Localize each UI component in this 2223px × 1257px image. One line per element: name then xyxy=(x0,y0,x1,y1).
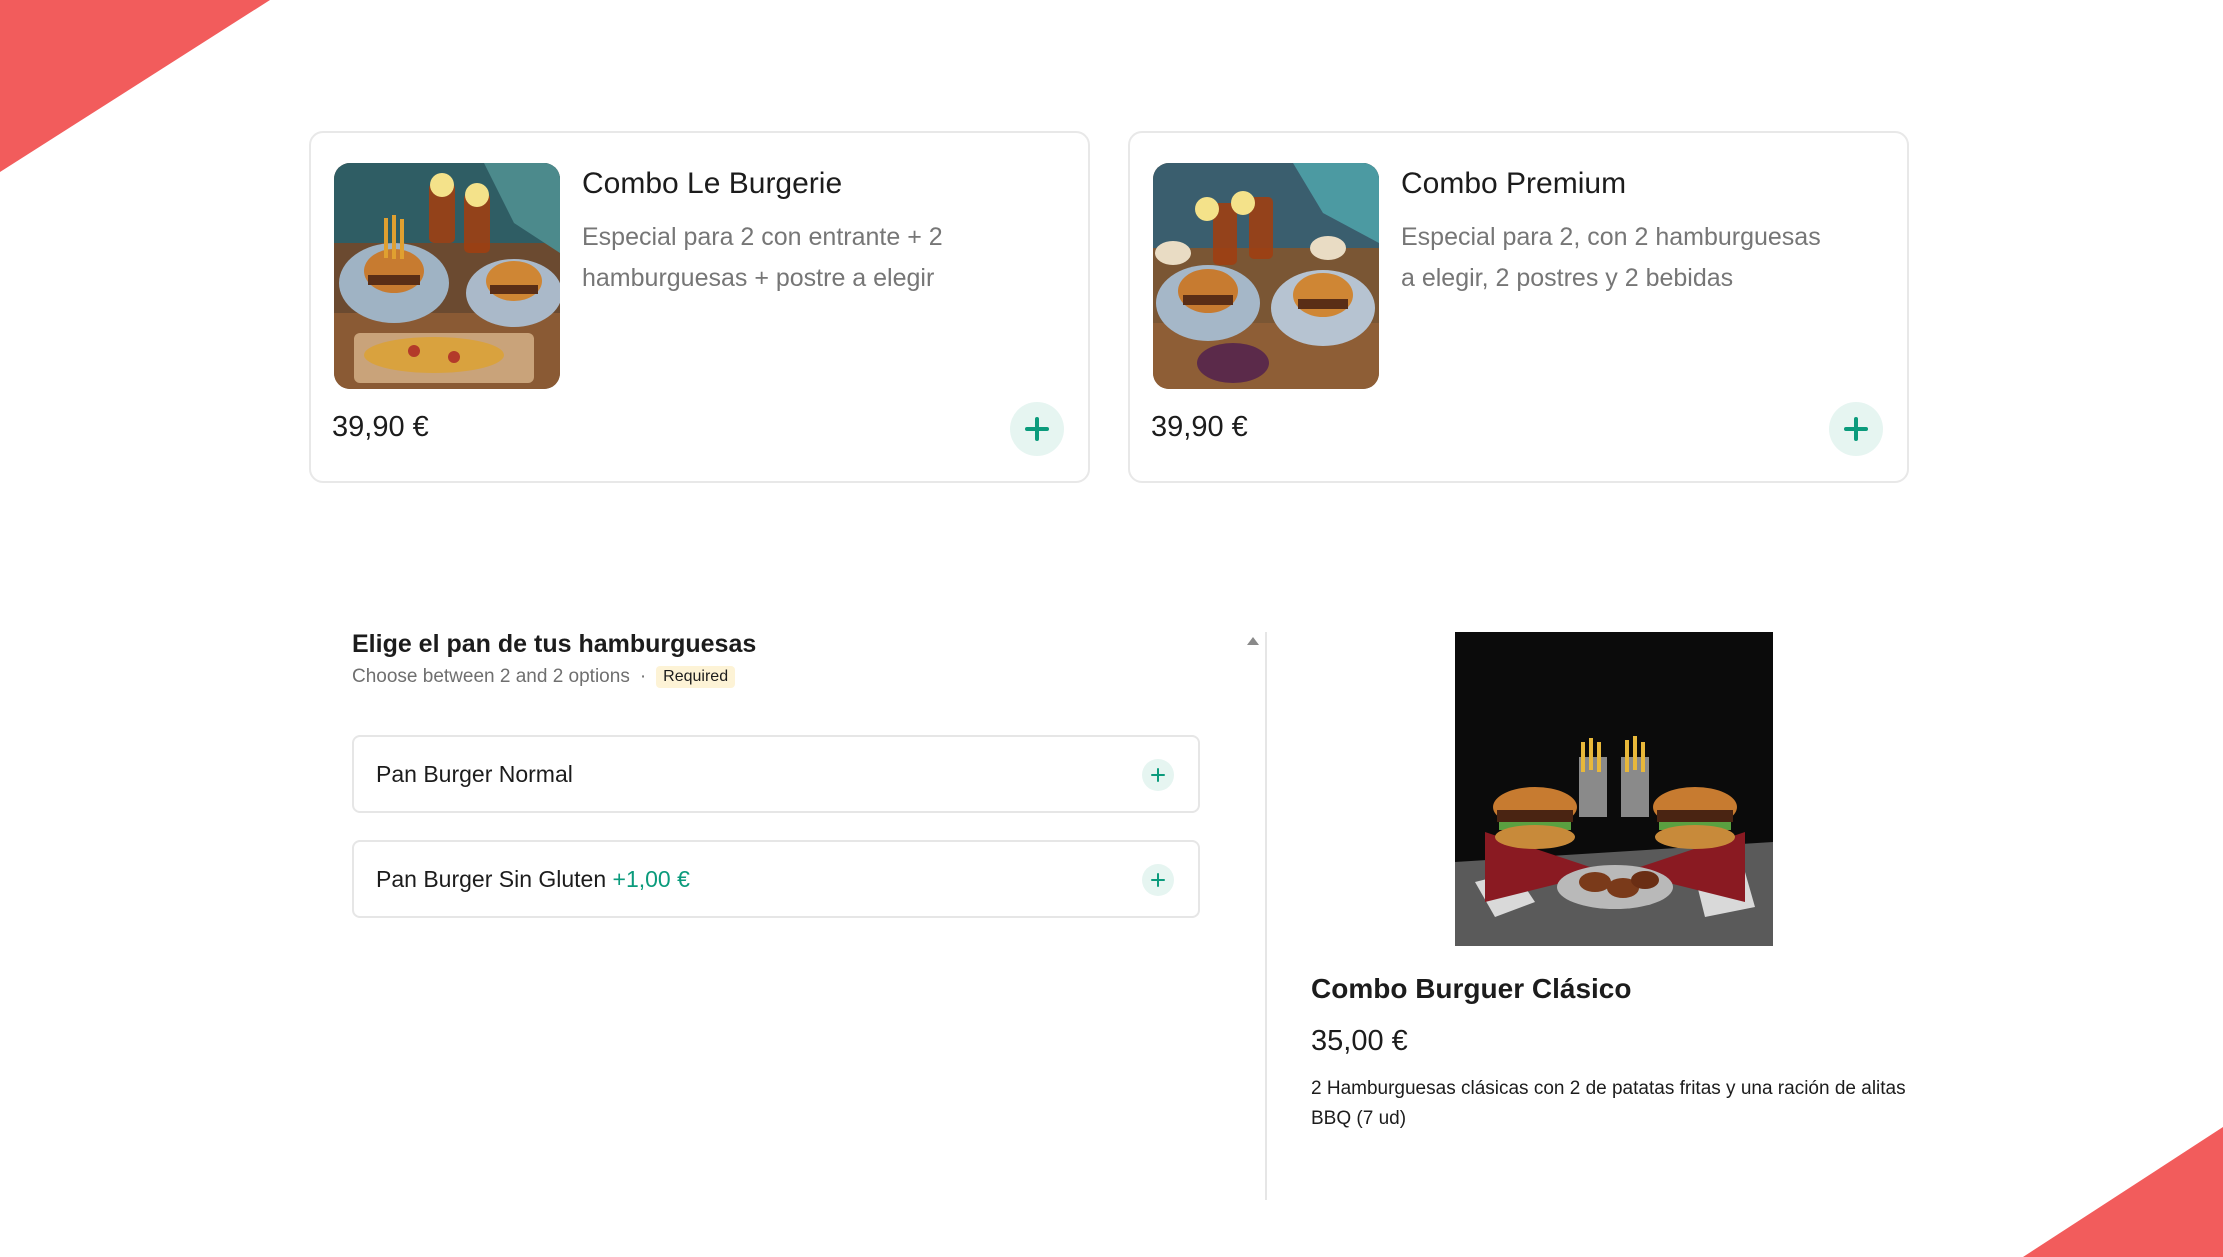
add-to-cart-button[interactable] xyxy=(1829,402,1883,456)
product-card-combo-le-burgerie[interactable]: Combo Le Burgerie Especial para 2 con en… xyxy=(309,131,1090,483)
option-name: Pan Burger Normal xyxy=(376,761,573,787)
options-title: Elige el pan de tus hamburguesas xyxy=(352,630,757,658)
product-image xyxy=(1153,163,1379,389)
plus-icon xyxy=(1025,417,1049,441)
option-extra-price: +1,00 € xyxy=(612,866,690,892)
option-row-pan-burger-normal[interactable]: Pan Burger Normal xyxy=(352,735,1200,813)
separator-dot: · xyxy=(639,666,647,687)
option-name: Pan Burger Sin Gluten xyxy=(376,866,607,892)
card-title: Combo Le Burgerie xyxy=(582,167,843,200)
card-description: Especial para 2, con 2 hamburguesas a el… xyxy=(1401,223,1821,292)
option-label: Pan Burger Sin Gluten +1,00 € xyxy=(376,866,690,893)
options-subtitle: Choose between 2 and 2 options · Require… xyxy=(352,666,736,688)
option-add-button[interactable] xyxy=(1142,759,1174,791)
card-price: 39,90 € xyxy=(332,411,429,443)
corner-decoration-bottom-right xyxy=(2023,1127,2223,1257)
required-badge: Required xyxy=(656,666,736,688)
panel-divider xyxy=(1265,632,1267,1200)
product-card-combo-premium[interactable]: Combo Premium Especial para 2, con 2 ham… xyxy=(1128,131,1909,483)
product-detail-image xyxy=(1455,632,1773,946)
corner-decoration-top-left xyxy=(0,0,270,172)
scroll-up-arrow-icon[interactable] xyxy=(1246,636,1260,646)
plus-icon xyxy=(1151,768,1165,782)
card-title: Combo Premium xyxy=(1401,167,1627,200)
options-constraint-text: Choose between 2 and 2 options xyxy=(352,666,630,687)
option-row-pan-burger-sin-gluten[interactable]: Pan Burger Sin Gluten +1,00 € xyxy=(352,840,1200,918)
product-image xyxy=(334,163,560,389)
card-price: 39,90 € xyxy=(1151,411,1248,443)
plus-icon xyxy=(1151,873,1165,887)
option-label: Pan Burger Normal xyxy=(376,761,573,788)
plus-icon xyxy=(1844,417,1868,441)
product-detail-price: 35,00 € xyxy=(1311,1025,1408,1057)
add-to-cart-button[interactable] xyxy=(1010,402,1064,456)
option-add-button[interactable] xyxy=(1142,864,1174,896)
card-description: Especial para 2 con entrante + 2 hamburg… xyxy=(582,223,943,292)
product-detail-description: 2 Hamburguesas clásicas con 2 de patatas… xyxy=(1311,1078,1906,1129)
product-detail-title: Combo Burguer Clásico xyxy=(1311,973,1632,1004)
